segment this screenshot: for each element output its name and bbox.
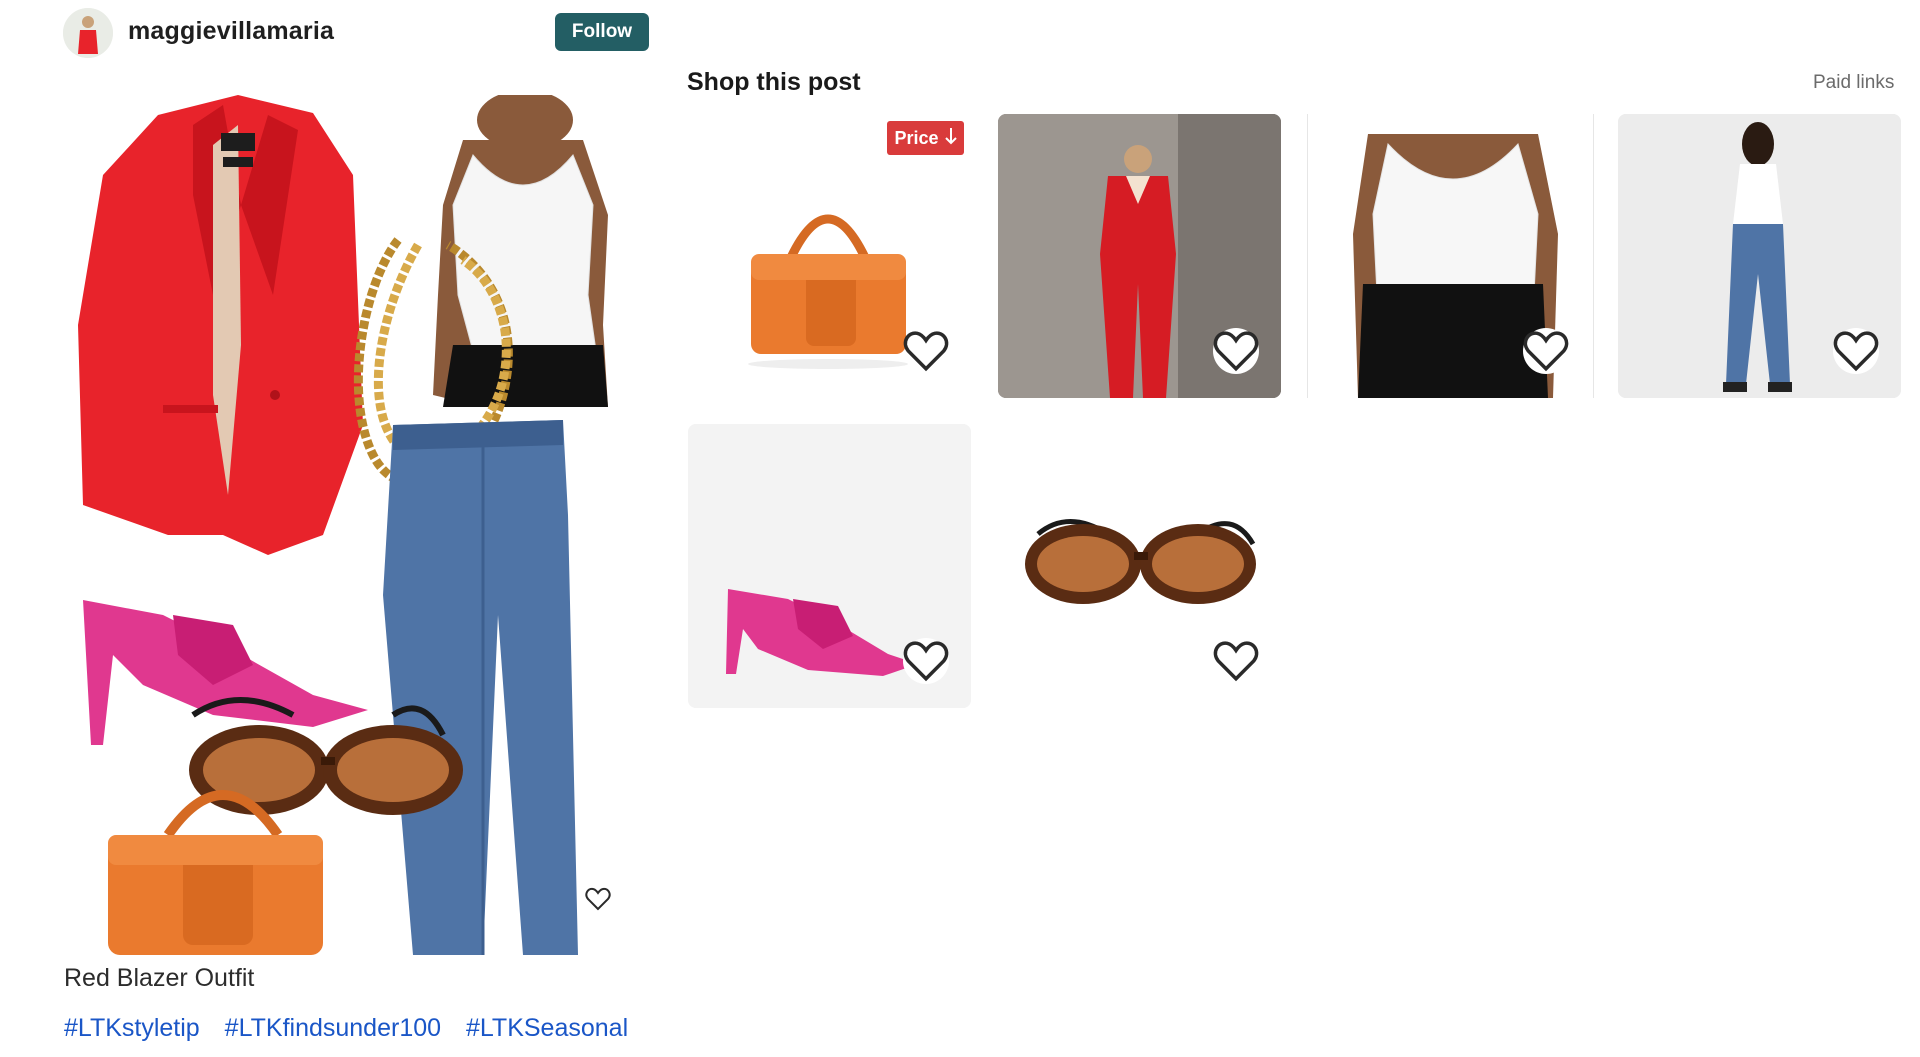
bag-image [108, 790, 323, 955]
product-card[interactable] [1308, 114, 1591, 398]
username[interactable]: maggievillamaria [128, 17, 334, 46]
hashtag-link[interactable]: #LTKstyletip [64, 1014, 200, 1042]
jeans-image [383, 420, 578, 955]
favorite-heart-icon[interactable] [903, 638, 949, 684]
paid-links-label: Paid links [1813, 72, 1895, 93]
tank-top-image [401, 95, 653, 407]
heel-image [83, 600, 368, 745]
product-card[interactable] [998, 424, 1281, 708]
product-card[interactable] [688, 424, 971, 708]
shop-section-title: Shop this post [687, 68, 861, 96]
hashtag-link[interactable]: #LTKfindsunder100 [225, 1014, 441, 1042]
follow-button[interactable]: Follow [555, 13, 649, 51]
blazer-image [78, 95, 363, 555]
product-card[interactable] [998, 114, 1281, 398]
price-badge-label: Price [894, 127, 939, 148]
hashtag-link[interactable]: #LTKSeasonal [466, 1014, 628, 1042]
hashtag-list: #LTKstyletip #LTKfindsunder100 #LTKSeaso… [64, 1014, 646, 1043]
product-card[interactable] [1618, 114, 1901, 398]
price-drop-badge: Price [887, 121, 964, 155]
favorite-heart-icon[interactable] [1833, 328, 1879, 374]
post-title: Red Blazer Outfit [64, 964, 255, 992]
favorite-heart-icon[interactable] [903, 328, 949, 374]
product-card[interactable] [688, 114, 971, 398]
favorite-heart-icon[interactable] [1213, 638, 1259, 684]
arrow-down-icon [944, 127, 957, 150]
divider [1593, 114, 1594, 398]
collage-heart-icon[interactable] [580, 881, 616, 917]
favorite-heart-icon[interactable] [1213, 328, 1259, 374]
avatar[interactable] [63, 8, 113, 58]
outfit-collage-image[interactable] [63, 95, 653, 955]
favorite-heart-icon[interactable] [1523, 328, 1569, 374]
